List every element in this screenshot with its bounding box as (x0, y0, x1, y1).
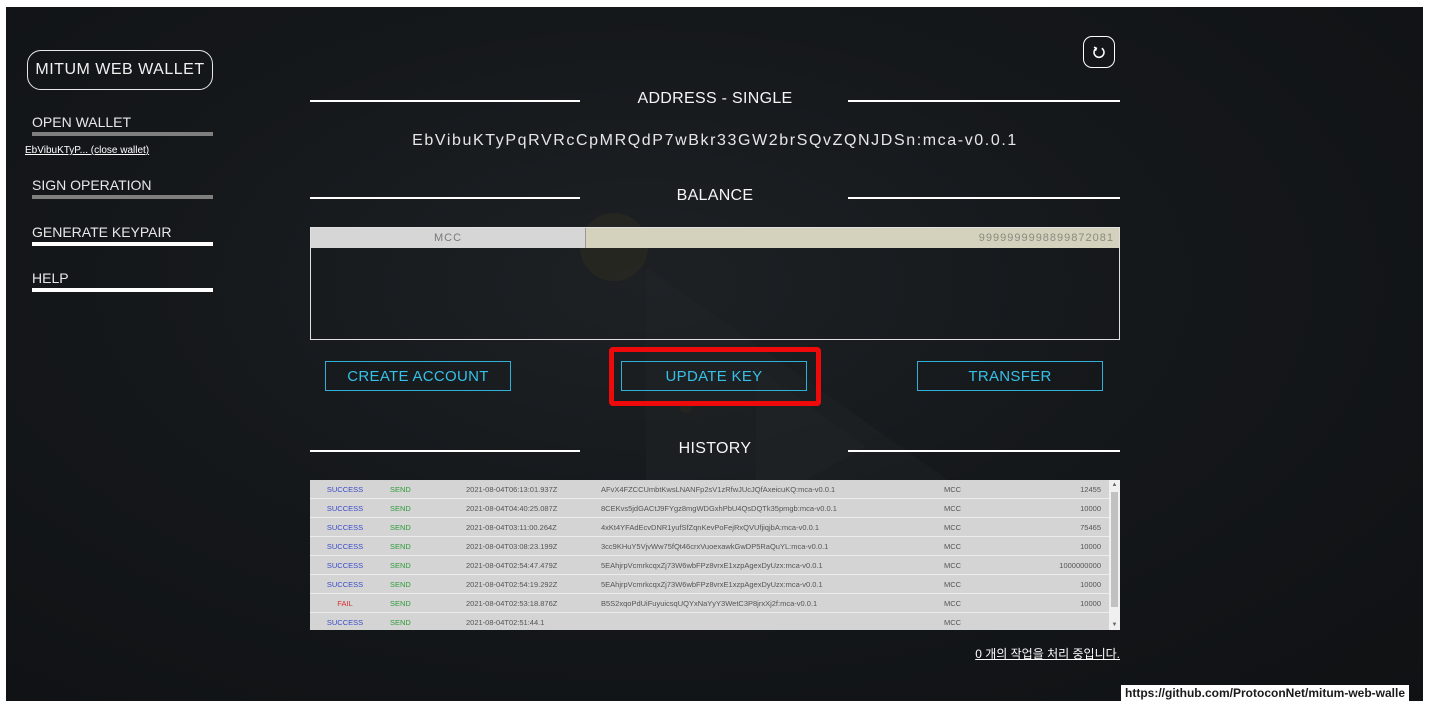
history-time: 2021-08-04T02:54:47.479Z (466, 561, 558, 570)
history-type: SEND (390, 599, 411, 608)
scroll-up-icon[interactable]: ▲ (1109, 480, 1120, 490)
history-row[interactable]: SUCCESS SEND 2021-08-04T02:51:44.1 MCC (310, 613, 1109, 630)
history-type: SEND (390, 580, 411, 589)
history-amount: 75465 (1080, 523, 1101, 532)
history-time: 2021-08-04T02:51:44.1 (466, 618, 545, 627)
create-account-button[interactable]: CREATE ACCOUNT (325, 361, 511, 391)
history-row[interactable]: SUCCESS SEND 2021-08-04T03:11:00.264Z 4xKt4… (310, 518, 1109, 537)
balance-amount: 9999999998899872081 (586, 228, 1119, 248)
update-key-highlight (609, 347, 821, 406)
balance-section-title: BALANCE (676, 187, 754, 204)
history-row[interactable]: SUCCESS SEND 2021-08-04T02:54:47.479Z 5EAhj… (310, 556, 1109, 575)
history-status: SUCCESS (326, 504, 364, 513)
divider (848, 450, 1120, 452)
wallet-address: EbVibuKTyPqRVRcCpMRQdP7wBkr33GW2brSQvZQN… (412, 132, 1018, 149)
history-currency: MCC (944, 580, 962, 589)
history-time: 2021-08-04T06:13:01.937Z (466, 485, 558, 494)
refresh-icon (1093, 46, 1105, 59)
history-time: 2021-08-04T03:11:00.264Z (466, 523, 557, 532)
history-address: 4xKt4YFAdEcvDNR1yufSfZqnKevPoFejRxQVUfji… (601, 523, 820, 532)
scroll-down-icon[interactable]: ▼ (1109, 620, 1120, 630)
history-type: SEND (390, 618, 411, 627)
history-amount: 12455 (1080, 485, 1101, 494)
history-time: 2021-08-04T02:53:18.876Z (466, 599, 558, 608)
history-status: SUCCESS (326, 561, 364, 570)
nav-sign-operation[interactable]: SIGN OPERATION (32, 177, 213, 199)
nav-generate-keypair[interactable]: GENERATE KEYPAIR (32, 224, 213, 246)
history-address: 5EAhjrpVcmrkcqxZj73W6wbFPz8vrxE1xzpAgexD… (601, 580, 823, 589)
history-row[interactable]: SUCCESS SEND 2021-08-04T03:08:23.199Z 3cc9K… (310, 537, 1109, 556)
queue-status-message[interactable]: 0 개의 작업을 처리 중입니다. (906, 645, 1120, 662)
history-scrollbar[interactable]: ▲ ▼ (1109, 480, 1120, 630)
history-amount: 10000 (1080, 599, 1101, 608)
history-address: 3cc9KHuY5VjvWw75fQt46crxVuoexawkGwDP5RaQ… (601, 542, 829, 551)
history-status: SUCCESS (326, 485, 364, 494)
history-time: 2021-08-04T02:54:19.292Z (466, 580, 558, 589)
divider (848, 197, 1120, 199)
close-wallet-link[interactable]: EbVibuKTyP... (close wallet) (25, 145, 149, 156)
history-address: 8CEKvs5jdGACtJ9FYgz8mgWDGxhPbU4QsDQTk35p… (601, 504, 837, 513)
balance-table: MCC 9999999998899872081 (310, 227, 1120, 340)
history-currency: MCC (944, 618, 962, 627)
history-currency: MCC (944, 599, 962, 608)
history-address: B5S2xqoPdUiFuyuicsqUQYxNaYyY3WetC3P8jrxX… (601, 599, 818, 608)
history-amount: 1000000000 (1059, 561, 1101, 570)
history-amount: 10000 (1080, 580, 1101, 589)
history-currency: MCC (944, 542, 962, 551)
history-row[interactable]: SUCCESS SEND 2021-08-04T06:13:01.937Z AFvX4… (310, 480, 1109, 499)
history-type: SEND (390, 504, 411, 513)
history-type: SEND (390, 485, 411, 494)
history-time: 2021-08-04T04:40:25.087Z (466, 504, 558, 513)
balance-row: MCC 9999999998899872081 (311, 228, 1119, 248)
history-status: SUCCESS (326, 523, 364, 532)
refresh-button[interactable] (1083, 36, 1115, 68)
history-row[interactable]: FAIL SEND 2021-08-04T02:53:18.876Z B5S2xqoP… (310, 594, 1109, 613)
transfer-button[interactable]: TRANSFER (917, 361, 1103, 391)
history-amount: 10000 (1080, 504, 1101, 513)
history-currency: MCC (944, 485, 962, 494)
address-section-header: ADDRESS - SINGLE (310, 90, 1120, 114)
history-row[interactable]: SUCCESS SEND 2021-08-04T02:54:19.292Z 5EAhj… (310, 575, 1109, 594)
history-currency: MCC (944, 504, 962, 513)
history-address: AFvX4FZCCUmbtKwsLNANFp2sV1zRfwJUcJQfAxei… (601, 485, 836, 494)
history-type: SEND (390, 523, 411, 532)
balance-currency: MCC (311, 228, 586, 248)
history-amount: 10000 (1080, 542, 1101, 551)
brand-logo[interactable]: MITUM WEB WALLET (27, 50, 213, 90)
history-type: SEND (390, 561, 411, 570)
history-currency: MCC (944, 523, 962, 532)
history-status: SUCCESS (326, 580, 364, 589)
history-row[interactable]: SUCCESS SEND 2021-08-04T04:40:25.087Z 8CEKv… (310, 499, 1109, 518)
history-status: SUCCESS (326, 618, 364, 627)
history-currency: MCC (944, 561, 962, 570)
nav-help[interactable]: HELP (32, 270, 213, 292)
history-address: 5EAhjrpVcmrkcqxZj73W6wbFPz8vrxE1xzpAgexD… (601, 561, 823, 570)
history-status: SUCCESS (326, 542, 364, 551)
nav-open-wallet[interactable]: OPEN WALLET (32, 114, 213, 136)
history-table[interactable]: SUCCESS SEND 2021-08-04T06:13:01.937Z AFvX4… (310, 480, 1120, 630)
divider (848, 100, 1120, 102)
status-url: https://github.com/ProtoconNet/mitum-web… (1121, 685, 1409, 701)
address-section-title: ADDRESS - SINGLE (637, 90, 793, 107)
balance-section-header: BALANCE (310, 187, 1120, 211)
history-section-title: HISTORY (678, 440, 752, 457)
wallet-app: MITUM WEB WALLET OPEN WALLET EbVibuKTyP.… (6, 7, 1423, 701)
history-section-header: HISTORY (310, 440, 1120, 464)
history-status: FAIL (337, 599, 353, 608)
history-type: SEND (390, 542, 411, 551)
scroll-thumb[interactable] (1111, 492, 1118, 607)
history-list: SUCCESS SEND 2021-08-04T06:13:01.937Z AFvX4… (310, 480, 1109, 630)
history-time: 2021-08-04T03:08:23.199Z (466, 542, 558, 551)
